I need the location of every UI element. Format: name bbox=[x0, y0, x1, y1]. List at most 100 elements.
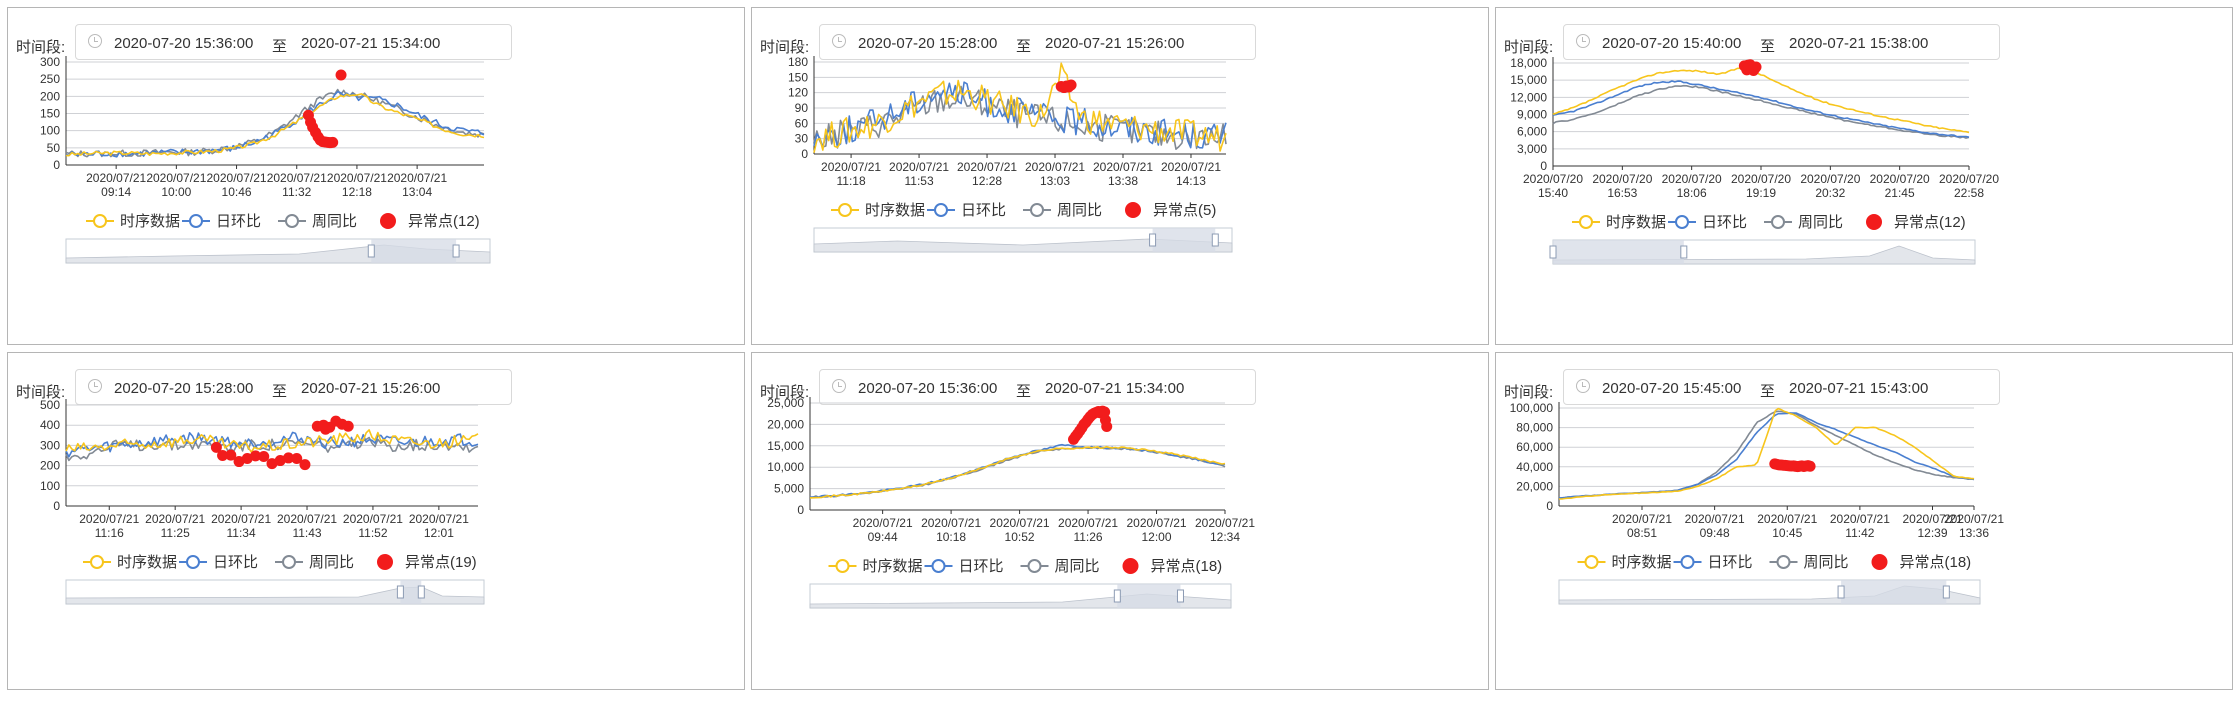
y-tick-label: 0 bbox=[53, 158, 60, 172]
line-chart[interactable]: 0 5,000 10,000 15,000 20,000 25,000 2020/07/21… bbox=[752, 353, 1490, 691]
legend-anomaly-label: 异常点(18) bbox=[1151, 558, 1223, 575]
anomaly-point bbox=[299, 459, 311, 471]
legend-anomaly-marker bbox=[1125, 202, 1141, 218]
y-tick-label: 120 bbox=[788, 86, 808, 100]
x-tick-label: 2020/07/21 bbox=[1757, 512, 1817, 526]
legend-anomaly-label: 异常点(5) bbox=[1153, 202, 1216, 219]
y-tick-label: 400 bbox=[40, 418, 60, 432]
x-tick-label: 11:42 bbox=[1845, 526, 1874, 540]
x-tick-label: 10:46 bbox=[222, 185, 252, 199]
y-tick-label: 0 bbox=[53, 499, 60, 513]
zoom-handle-right bbox=[452, 244, 460, 258]
y-tick-label: 15,000 bbox=[1510, 73, 1547, 87]
y-tick-label: 12,000 bbox=[1510, 90, 1547, 104]
zoom-handle-right bbox=[1176, 589, 1184, 603]
x-tick-label: 21:45 bbox=[1885, 186, 1915, 200]
day-over-day-line bbox=[1559, 412, 1975, 499]
x-tick-label: 18:06 bbox=[1677, 186, 1707, 200]
y-tick-label: 100 bbox=[40, 479, 60, 493]
x-tick-label: 2020/07/21 bbox=[957, 160, 1017, 174]
legend-series-marker bbox=[835, 559, 850, 573]
x-tick-label: 2020/07/21 bbox=[207, 171, 267, 185]
legend-anomaly-label: 异常点(18) bbox=[1900, 554, 1972, 571]
legend-week-over-week-label: 周同比 bbox=[1057, 202, 1102, 219]
x-tick-label: 2020/07/21 bbox=[387, 171, 447, 185]
x-tick-label: 12:34 bbox=[1210, 530, 1240, 544]
x-tick-label: 2020/07/21 bbox=[277, 512, 337, 526]
day-over-day-line bbox=[65, 90, 485, 158]
legend-anomaly-marker bbox=[1122, 558, 1139, 574]
x-tick-label: 2020/07/21 bbox=[327, 171, 387, 185]
y-tick-label: 20,000 bbox=[767, 417, 804, 431]
x-tick-label: 2020/07/21 bbox=[1093, 160, 1153, 174]
line-chart[interactable]: 03060901201501802020/07/2111:182020/07/2… bbox=[752, 8, 1490, 346]
zoom-handle-left bbox=[1549, 245, 1557, 259]
anomaly-point bbox=[1065, 79, 1077, 91]
y-tick-label: 30 bbox=[795, 132, 809, 146]
legend-week-over-week-marker bbox=[1030, 203, 1044, 217]
x-tick-label: 2020/07/20 bbox=[1731, 172, 1791, 186]
x-tick-label: 19:19 bbox=[1746, 186, 1776, 200]
y-tick-label: 100,000 bbox=[1510, 401, 1554, 415]
legend-day-over-day-label: 日环比 bbox=[959, 558, 1004, 575]
x-tick-label: 09:44 bbox=[868, 530, 898, 544]
x-tick-label: 2020/07/21 bbox=[79, 512, 139, 526]
x-tick-label: 13:38 bbox=[1108, 174, 1138, 188]
legend-week-over-week-label: 周同比 bbox=[309, 554, 354, 571]
legend-series-marker bbox=[1579, 215, 1593, 229]
y-tick-label: 150 bbox=[40, 107, 60, 121]
legend-day-over-day-marker bbox=[189, 214, 203, 228]
zoom-handle-right bbox=[1942, 585, 1950, 599]
anomaly-point bbox=[1804, 460, 1816, 472]
x-tick-label: 2020/07/21 bbox=[1025, 160, 1085, 174]
y-tick-label: 0 bbox=[1540, 159, 1547, 173]
legend-series-label: 时序数据 bbox=[117, 554, 177, 571]
y-tick-label: 60,000 bbox=[1516, 440, 1553, 454]
x-tick-label: 10:00 bbox=[161, 185, 191, 199]
zoom-window bbox=[371, 239, 457, 263]
y-tick-label: 80,000 bbox=[1516, 421, 1553, 435]
zoom-handle-left bbox=[396, 585, 404, 599]
legend-anomaly-label: 异常点(12) bbox=[408, 213, 480, 230]
x-tick-label: 2020/07/21 bbox=[409, 512, 469, 526]
y-tick-label: 5,000 bbox=[774, 482, 804, 496]
legend-day-over-day-marker bbox=[1675, 215, 1689, 229]
y-tick-label: 25,000 bbox=[767, 396, 804, 410]
y-tick-label: 15,000 bbox=[767, 439, 804, 453]
legend-day-over-day-label: 日环比 bbox=[1702, 214, 1747, 231]
line-chart[interactable]: 0 3,000 6,000 9,000 12,000 15,000 18,000 2020/0… bbox=[1496, 8, 2234, 346]
x-tick-label: 2020/07/21 bbox=[1944, 512, 2004, 526]
x-tick-label: 22:58 bbox=[1954, 186, 1984, 200]
zoom-window bbox=[1553, 240, 1684, 264]
legend-series-label: 时序数据 bbox=[120, 213, 180, 230]
legend-week-over-week-label: 周同比 bbox=[1798, 214, 1843, 231]
zoom-handle-right bbox=[417, 585, 425, 599]
legend-week-over-week-marker bbox=[1776, 555, 1791, 569]
legend-anomaly-marker bbox=[1871, 554, 1888, 570]
anomaly-point bbox=[335, 69, 347, 81]
x-tick-label: 09:48 bbox=[1700, 526, 1730, 540]
x-tick-label: 13:04 bbox=[402, 185, 432, 199]
anomaly-point bbox=[320, 423, 332, 435]
x-tick-label: 11:16 bbox=[95, 526, 124, 540]
line-chart[interactable]: 0501001502002503002020/07/2109:142020/07… bbox=[8, 8, 746, 346]
x-tick-label: 10:45 bbox=[1772, 526, 1802, 540]
x-tick-label: 08:51 bbox=[1627, 526, 1657, 540]
legend-series-marker bbox=[93, 214, 107, 228]
x-tick-label: 2020/07/21 bbox=[921, 516, 981, 530]
anomaly-point bbox=[327, 136, 339, 148]
legend-day-over-day-marker bbox=[1680, 555, 1695, 569]
line-chart[interactable]: 0 20,000 40,000 60,000 80,000 100,000 2020/07/… bbox=[1496, 353, 2234, 691]
legend-week-over-week-label: 周同比 bbox=[1055, 558, 1100, 575]
x-tick-label: 2020/07/21 bbox=[145, 512, 205, 526]
line-chart[interactable]: 01002003004005002020/07/2111:162020/07/2… bbox=[8, 353, 746, 691]
week-over-week-line bbox=[809, 446, 1226, 499]
x-tick-label: 11:43 bbox=[292, 526, 321, 540]
x-tick-label: 11:18 bbox=[837, 174, 866, 188]
zoom-handle-left bbox=[1837, 585, 1845, 599]
y-tick-label: 300 bbox=[40, 55, 60, 69]
x-tick-label: 12:28 bbox=[972, 174, 1002, 188]
chart-panel-4: 时间段: 2020-07-20 15:28:00 至 2020-07-21 15… bbox=[7, 352, 745, 690]
x-tick-label: 2020/07/21 bbox=[1612, 512, 1672, 526]
zoom-handle-left bbox=[1149, 233, 1157, 247]
